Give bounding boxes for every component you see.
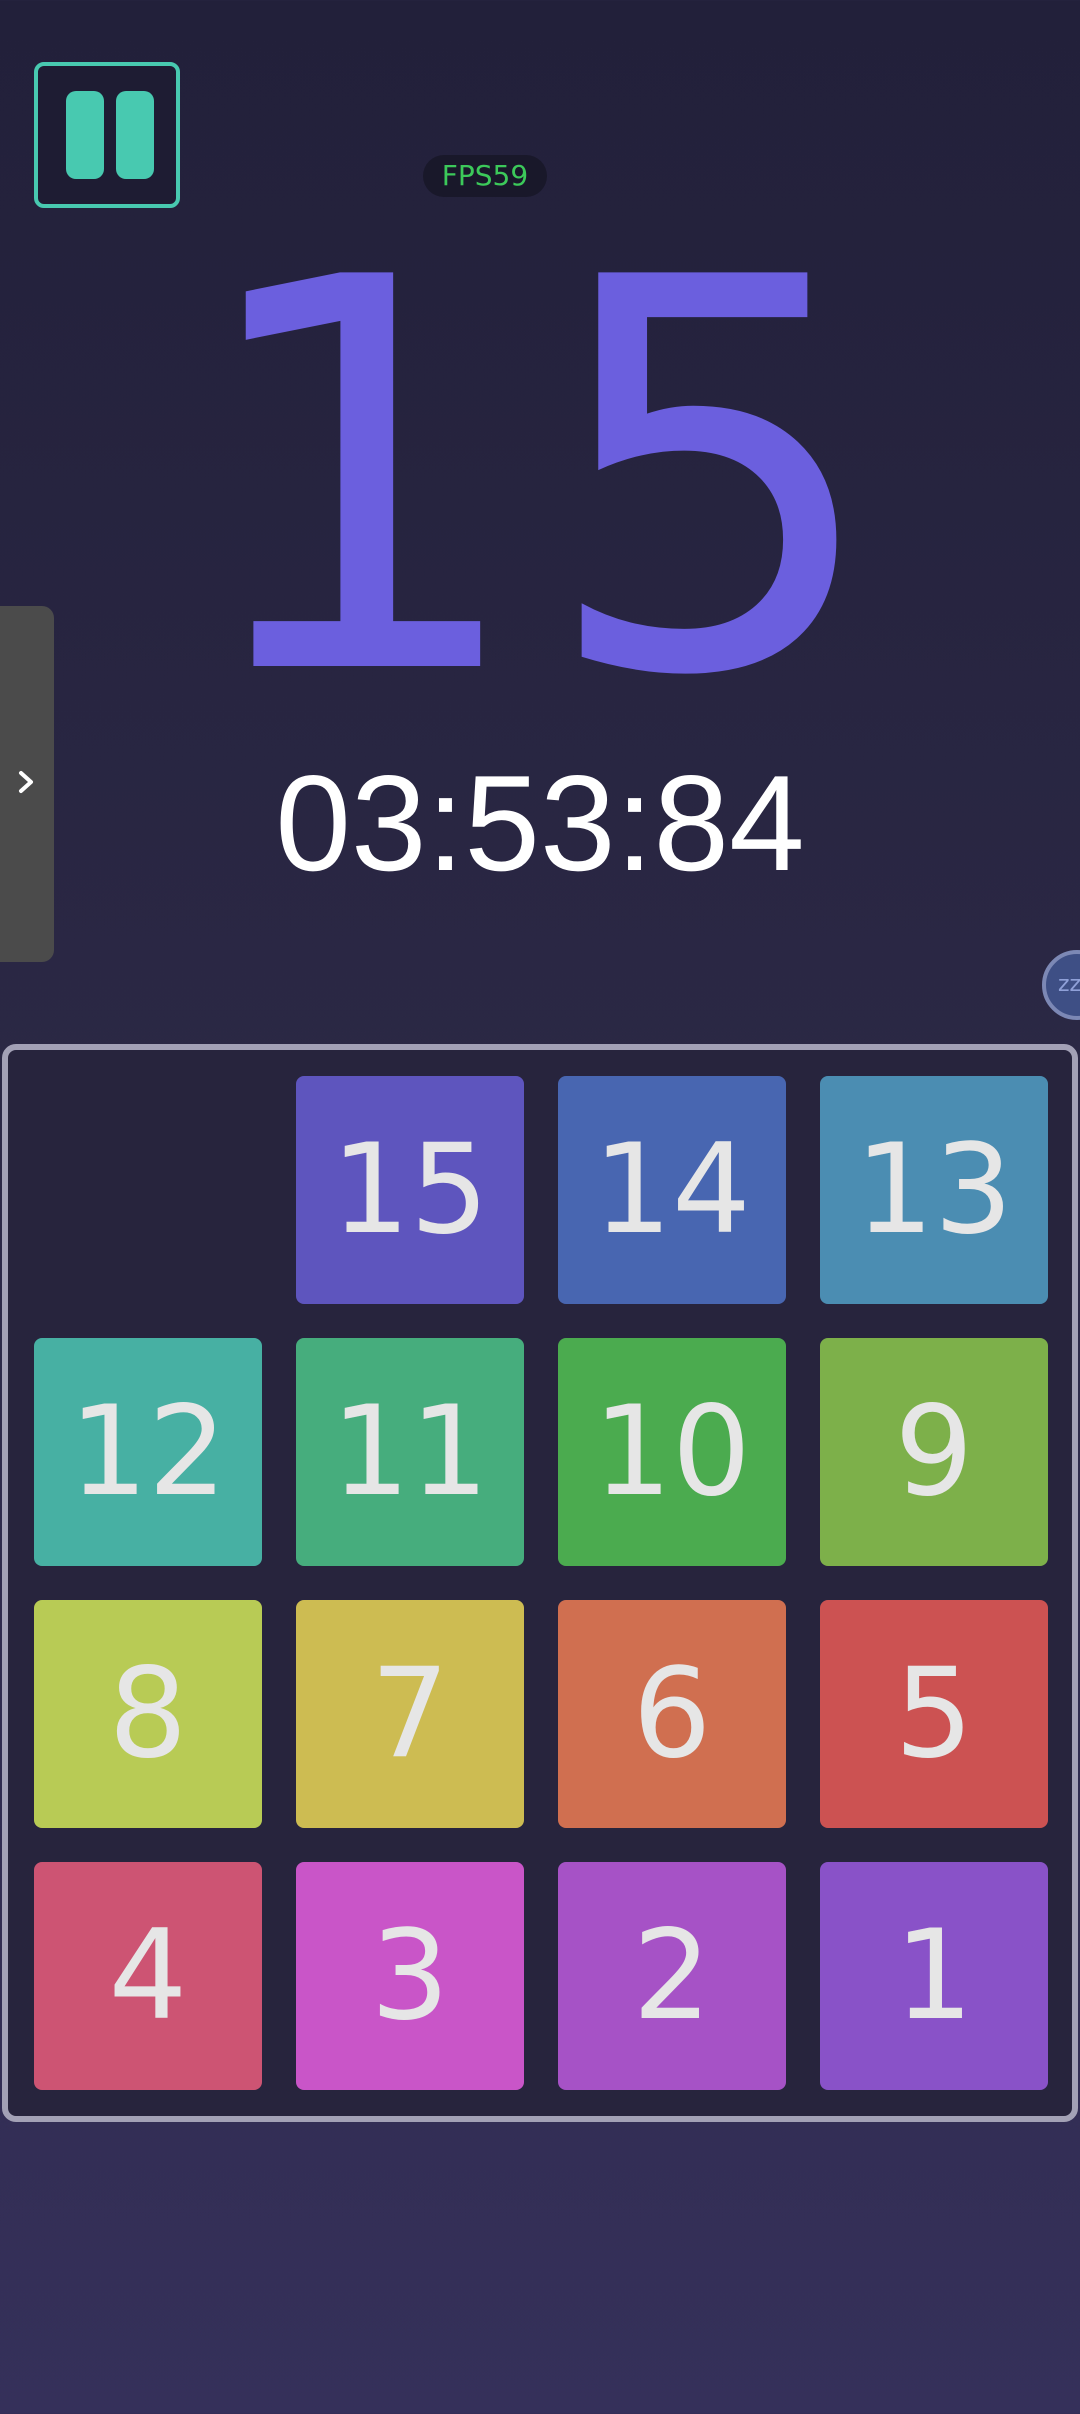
puzzle-tile[interactable]: 5 bbox=[820, 1600, 1048, 1828]
pause-button[interactable] bbox=[34, 62, 180, 208]
puzzle-board: 15 14 13 12 11 10 9 8 7 6 5 4 3 2 1 bbox=[2, 1044, 1078, 2122]
puzzle-tile[interactable]: 6 bbox=[558, 1600, 786, 1828]
floating-bubble-icon[interactable]: zz bbox=[1042, 950, 1080, 1020]
chevron-right-icon bbox=[19, 771, 33, 793]
puzzle-tile[interactable]: 10 bbox=[558, 1338, 786, 1566]
side-drawer-handle[interactable] bbox=[0, 606, 54, 962]
puzzle-tile[interactable]: 7 bbox=[296, 1600, 524, 1828]
puzzle-tile[interactable]: 2 bbox=[558, 1862, 786, 2090]
move-counter: 15 bbox=[186, 166, 894, 794]
puzzle-tile[interactable]: 8 bbox=[34, 1600, 262, 1828]
puzzle-tile[interactable]: 4 bbox=[34, 1862, 262, 2090]
puzzle-tile[interactable]: 14 bbox=[558, 1076, 786, 1304]
pause-icon-bar-right bbox=[116, 91, 154, 179]
puzzle-tile[interactable]: 12 bbox=[34, 1338, 262, 1566]
empty-cell bbox=[34, 1076, 262, 1304]
puzzle-tile[interactable]: 1 bbox=[820, 1862, 1048, 2090]
puzzle-tile[interactable]: 15 bbox=[296, 1076, 524, 1304]
pause-icon-bar-left bbox=[66, 91, 104, 179]
puzzle-tile[interactable]: 3 bbox=[296, 1862, 524, 2090]
puzzle-tile[interactable]: 11 bbox=[296, 1338, 524, 1566]
game-timer: 03:53:84 bbox=[275, 747, 805, 899]
puzzle-tile[interactable]: 9 bbox=[820, 1338, 1048, 1566]
puzzle-tile[interactable]: 13 bbox=[820, 1076, 1048, 1304]
